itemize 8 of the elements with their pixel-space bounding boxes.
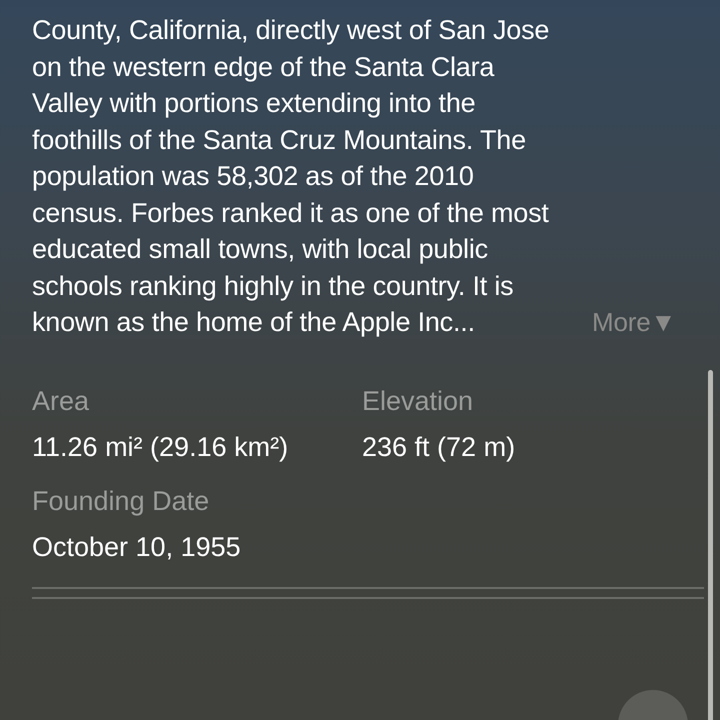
description-text-end: known as the home of the Apple Inc... (32, 306, 475, 339)
more-link[interactable]: More▼ (592, 304, 676, 340)
fact-value: 236 ft (72 m) (362, 430, 516, 462)
fact-value: 11.26 mi² (29.16 km²) (32, 430, 290, 462)
fact-label: Area (32, 384, 90, 416)
fact-label: Founding Date (32, 484, 210, 516)
fact-value: October 10, 1955 (32, 530, 242, 562)
fact-label: Elevation (362, 384, 474, 416)
